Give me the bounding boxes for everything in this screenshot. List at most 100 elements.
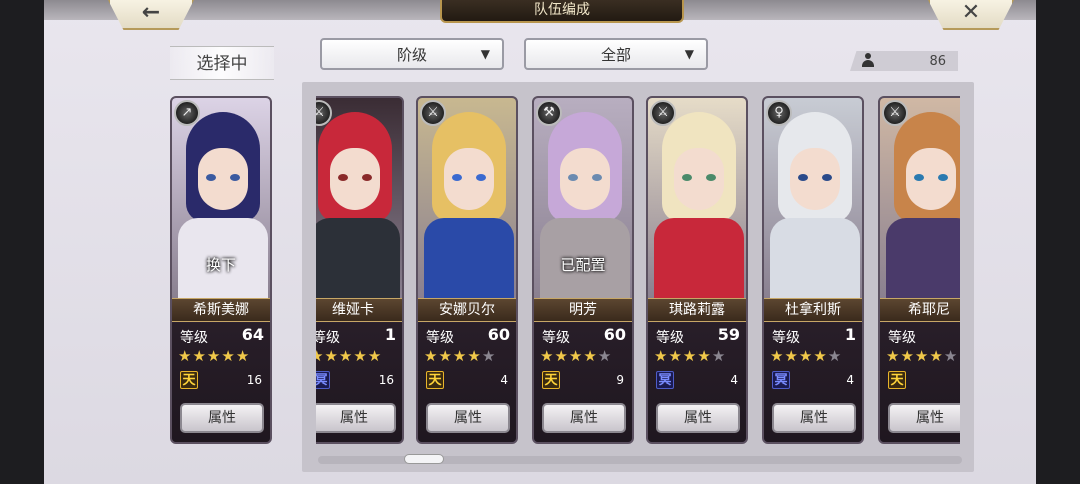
level-label: 等级: [316, 330, 340, 346]
star-icon: ★: [568, 347, 584, 365]
star-icon: ★: [900, 347, 915, 365]
character-name: 明芳: [534, 298, 632, 322]
chevron-down-icon: ▼: [480, 47, 490, 61]
star-icon: ★: [467, 347, 482, 365]
person-icon: [862, 53, 874, 67]
character-card[interactable]: ⚔ 希耶尼 等级 ★★★★★ 天 属性: [878, 96, 960, 444]
star-icon: ★: [682, 347, 698, 365]
eye-shape: [206, 174, 216, 181]
attribute-button[interactable]: 属性: [316, 403, 396, 433]
star-rating: ★★★★★: [654, 347, 726, 365]
character-info: 等级 60 ★★★★★ 天 4 属性: [418, 323, 516, 442]
eye-shape: [682, 174, 692, 181]
level-value: 64: [241, 325, 264, 344]
star-rating: ★★★★★: [316, 347, 382, 365]
level-value: 59: [717, 325, 740, 344]
character-info: 等级 60 ★★★★★ 天 9 属性: [534, 323, 632, 442]
eye-shape: [822, 174, 832, 181]
attribute-button[interactable]: 属性: [542, 403, 626, 433]
attribute-button[interactable]: 属性: [888, 403, 960, 433]
star-icon: ★: [668, 347, 683, 365]
eye-shape: [914, 174, 924, 181]
type-filter-label: 全部: [600, 45, 631, 64]
card-count: 4: [846, 373, 854, 387]
outfit-shape: [424, 218, 514, 308]
class-icon: ⚔: [882, 100, 908, 126]
star-icon: ★: [886, 347, 901, 365]
roster-count: 86: [850, 51, 958, 71]
eye-shape: [798, 174, 808, 181]
attribute-button[interactable]: 属性: [656, 403, 740, 433]
star-rating: ★★★★★: [886, 347, 958, 365]
level-value: 1: [384, 325, 396, 344]
card-count: 16: [246, 373, 262, 387]
character-portrait: [764, 98, 862, 308]
character-portrait: [316, 98, 402, 308]
character-list[interactable]: ⚔ 维娅卡 等级 1 ★★★★★ 冥 16 属性 ⚔ 安娜贝尔 等级 60 ★★…: [316, 92, 960, 448]
character-card[interactable]: ⚔ 安娜贝尔 等级 60 ★★★★★ 天 4 属性: [416, 96, 518, 444]
card-count: 4: [730, 373, 738, 387]
back-arrow-icon: ←: [141, 0, 161, 25]
character-name: 杜拿利斯: [764, 298, 862, 322]
character-card[interactable]: ⚔ 维娅卡 等级 1 ★★★★★ 冥 16 属性: [316, 96, 404, 444]
star-icon: ★: [711, 347, 727, 365]
star-icon: ★: [943, 347, 959, 365]
type-filter-dropdown[interactable]: 全部 ▼: [524, 38, 708, 70]
star-icon: ★: [367, 347, 383, 365]
star-icon: ★: [929, 347, 944, 365]
star-icon: ★: [481, 347, 497, 365]
star-icon: ★: [206, 347, 222, 365]
element-badge: 天: [542, 371, 560, 389]
star-icon: ★: [438, 347, 453, 365]
star-rating: ★★★★★: [540, 347, 612, 365]
star-rating: ★★★★★: [424, 347, 496, 365]
star-icon: ★: [338, 347, 354, 365]
character-info: 等级 1 ★★★★★ 冥 16 属性: [316, 323, 402, 442]
level-label: 等级: [888, 330, 916, 346]
class-icon: ↗: [174, 100, 200, 126]
eye-shape: [338, 174, 348, 181]
scroll-thumb[interactable]: [404, 454, 444, 464]
attribute-button[interactable]: 属性: [180, 403, 264, 433]
outfit-shape: [654, 218, 744, 308]
selected-character-card[interactable]: ↗ 换下 希斯美娜 等级 64 ★★★★★ 天 16 属性: [170, 96, 272, 444]
class-icon: ⚒: [536, 100, 562, 126]
card-count: 16: [378, 373, 394, 387]
level-label: 等级: [542, 330, 570, 346]
outfit-shape: [316, 218, 400, 308]
card-count: 4: [500, 373, 508, 387]
star-icon: ★: [235, 347, 251, 365]
star-rating: ★★★★★: [178, 347, 250, 365]
element-badge: 天: [888, 371, 906, 389]
character-card[interactable]: ⚒ 已配置 明芳 等级 60 ★★★★★ 天 9 属性: [532, 96, 634, 444]
character-info: 等级 1 ★★★★★ 冥 4 属性: [764, 323, 862, 442]
character-name: 维娅卡: [316, 298, 402, 322]
rank-filter-label: 阶级: [396, 45, 427, 64]
star-icon: ★: [914, 347, 930, 365]
character-card[interactable]: ♀ 杜拿利斯 等级 1 ★★★★★ 冥 4 属性: [762, 96, 864, 444]
star-icon: ★: [221, 347, 236, 365]
class-icon: ⚔: [420, 100, 446, 126]
left-border: [0, 0, 44, 484]
star-icon: ★: [784, 347, 799, 365]
star-icon: ★: [192, 347, 207, 365]
status-overlay: 已配置: [560, 256, 606, 274]
eye-shape: [568, 174, 578, 181]
rank-filter-dropdown[interactable]: 阶级 ▼: [320, 38, 504, 70]
character-card[interactable]: ⚔ 琪路莉露 等级 59 ★★★★★ 冥 4 属性: [646, 96, 748, 444]
element-badge: 冥: [656, 371, 674, 389]
attribute-button[interactable]: 属性: [772, 403, 856, 433]
character-info: 等级 ★★★★★ 天 属性: [880, 323, 960, 442]
attribute-button[interactable]: 属性: [426, 403, 510, 433]
level-value: 60: [487, 325, 510, 344]
element-badge: 天: [180, 371, 198, 389]
star-rating: ★★★★★: [770, 347, 842, 365]
level-value: 60: [603, 325, 626, 344]
page-title: 队伍编成: [440, 0, 684, 23]
eye-shape: [938, 174, 948, 181]
star-icon: ★: [770, 347, 785, 365]
star-icon: ★: [324, 347, 339, 365]
eye-shape: [592, 174, 602, 181]
character-portrait: [880, 98, 960, 308]
level-label: 等级: [656, 330, 684, 346]
